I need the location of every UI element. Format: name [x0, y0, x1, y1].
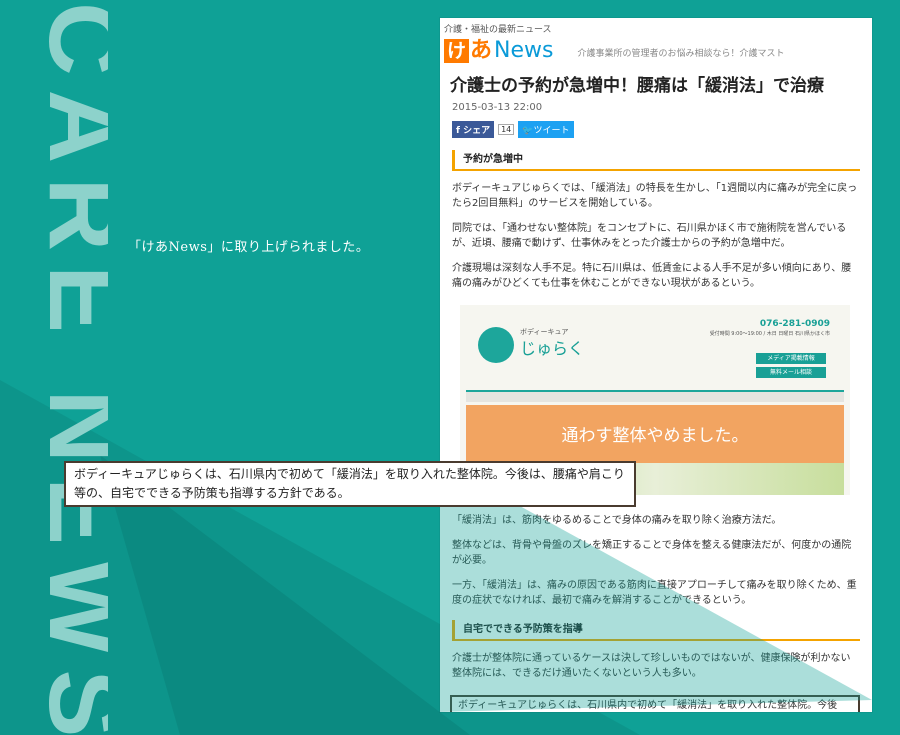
share-label: シェア: [463, 126, 491, 136]
tweet-label: ツイート: [533, 126, 570, 136]
share-count: 14: [498, 124, 515, 135]
clinic-mail-button: 無料メール相談: [756, 367, 826, 378]
news-article: 介護・福祉の最新ニュース け あ News 介護事業所の管理者のお悩み相談なら！…: [440, 18, 872, 712]
site-topline: 介護・福祉の最新ニュース: [444, 25, 552, 35]
logo-a: あ: [470, 38, 493, 63]
paragraph-4: 「緩消法」は、筋肉をゆるめることで身体の痛みを取り除く治療方法だ。: [452, 515, 782, 526]
section-heading-1: 予約が急増中: [452, 150, 860, 171]
clinic-info: 受付時間 9:00〜19:00 / 木日 日曜日 石川県かほく市: [709, 331, 830, 337]
paragraph-5: 整体などは、背骨や骨盤のズレを矯正することで身体を整える健康法だが、何度かの通院…: [452, 540, 852, 566]
clinic-banner-text: 通わす整体やめました。: [561, 426, 749, 446]
clinic-nav-bar: [466, 390, 844, 402]
paragraph-6: 一方、「緩消法」は、痛みの原因である筋肉に直接アプローチして痛みを取り除くため、…: [452, 580, 857, 606]
social-buttons: f シェア 14 🐦ツイート: [452, 121, 872, 138]
callout-box: ボディーキュアじゅらくは、石川県内で初めて「緩消法」を取り入れた整体院。今後は、…: [64, 461, 636, 507]
section-heading-2: 自宅でできる予防策を指導: [452, 620, 860, 641]
clinic-media-button: メディア掲載情報: [756, 353, 826, 364]
logo-news: News: [494, 38, 554, 63]
paragraph-3: 介護現場は深刻な人手不足。特に石川県は、低賃金による人手不足が多い傾向にあり、腰…: [452, 263, 852, 289]
paragraph-7: 介護士が整体院に通っているケースは決して珍しいものではないが、健康保険が利かない…: [452, 653, 851, 679]
clinic-logo-icon: [478, 327, 514, 363]
article-headline: 介護士の予約が急増中！腰痛は「緩消法」で治療: [450, 76, 824, 96]
clinic-phone: 076-281-0909: [759, 319, 830, 329]
caption: 「けあNews」に取り上げられました。: [128, 240, 370, 255]
facebook-share-button[interactable]: f シェア: [452, 121, 495, 138]
site-logo[interactable]: け あ News 介護事業所の管理者のお悩み相談なら！介護マスト: [444, 39, 872, 63]
site-tagline: 介護事業所の管理者のお悩み相談なら！介護マスト: [577, 49, 785, 59]
svg-text:CARE NEWS: CARE NEWS: [28, 2, 108, 735]
article-date: 2015-03-13 22:00: [452, 102, 543, 113]
paragraph-2: 同院では、「通わせない整体院」をコンセプトに、石川県かほく市で施術院を営んでいる…: [452, 223, 847, 249]
paragraph-1: ボディーキュアじゅらくでは、「緩消法」の特長を生かし、「1週間以内に痛みが完全に…: [452, 183, 858, 209]
clinic-banner: 通わす整体やめました。: [466, 405, 844, 463]
highlight-box: ボディーキュアじゅらくは、石川県内で初めて「緩消法」を取り入れた整体院。今後は、…: [450, 695, 860, 712]
logo-ke: け: [444, 39, 470, 63]
tweet-button[interactable]: 🐦ツイート: [518, 121, 574, 138]
clinic-name: じゅらく: [520, 339, 585, 358]
side-title: CARE NEWS: [28, 2, 108, 735]
